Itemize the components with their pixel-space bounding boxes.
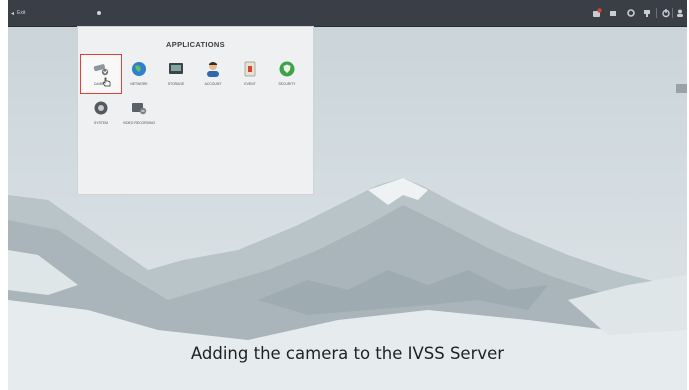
power-icon[interactable] (661, 8, 671, 18)
storage-status-icon[interactable] (608, 8, 618, 18)
app-label: EVENT (244, 82, 256, 86)
app-label: STORAGE (167, 82, 185, 86)
menu-indicator-icon[interactable] (96, 10, 102, 16)
hand-pointer-icon (102, 77, 111, 87)
side-panel-tab[interactable] (676, 84, 687, 93)
app-video-recording[interactable]: VIDEO RECORDING (122, 99, 156, 125)
app-label: SECURITY (278, 82, 296, 86)
topbar-divider (672, 8, 673, 18)
event-icon (244, 61, 256, 77)
user-icon[interactable] (675, 8, 685, 18)
app-system[interactable]: SYSTEM (84, 99, 118, 125)
account-icon (207, 62, 219, 77)
network-icon[interactable] (642, 8, 652, 18)
topbar-divider (656, 8, 657, 18)
settings-icon[interactable] (626, 8, 636, 18)
applications-panel: APPLICATIONS CAMERA NETWORK STORAGE ACCO… (77, 26, 314, 195)
security-shield-icon (279, 61, 295, 77)
video-caption: Adding the camera to the IVSS Server (190, 344, 505, 363)
app-network[interactable]: NETWORK (122, 60, 156, 86)
video-recording-icon (132, 103, 147, 115)
exit-label: Exit (17, 10, 26, 16)
app-label: NETWORK (130, 82, 148, 86)
camera-icon (93, 64, 109, 76)
exit-button[interactable]: ◂ Exit (11, 7, 25, 19)
app-label: CAMERA (93, 82, 109, 86)
app-label: VIDEO RECORDING (122, 121, 156, 125)
alarm-icon[interactable] (592, 8, 602, 18)
app-label: ACCOUNT (204, 82, 222, 86)
top-bar: ◂ Exit (8, 0, 687, 27)
app-camera[interactable]: CAMERA (84, 60, 118, 86)
panel-title: APPLICATIONS (166, 40, 225, 49)
app-security[interactable]: SECURITY (270, 60, 304, 86)
system-icon (94, 101, 108, 115)
app-storage[interactable]: STORAGE (159, 60, 193, 86)
app-account[interactable]: ACCOUNT (196, 60, 230, 86)
back-arrow-icon: ◂ (11, 10, 15, 17)
app-label: SYSTEM (94, 121, 108, 125)
storage-icon (169, 63, 183, 74)
network-globe-icon (132, 62, 146, 76)
ivss-desktop: ◂ Exit APPLICATIONS CAMERA NETWORK STORA… (8, 0, 687, 390)
app-event[interactable]: EVENT (233, 60, 267, 86)
